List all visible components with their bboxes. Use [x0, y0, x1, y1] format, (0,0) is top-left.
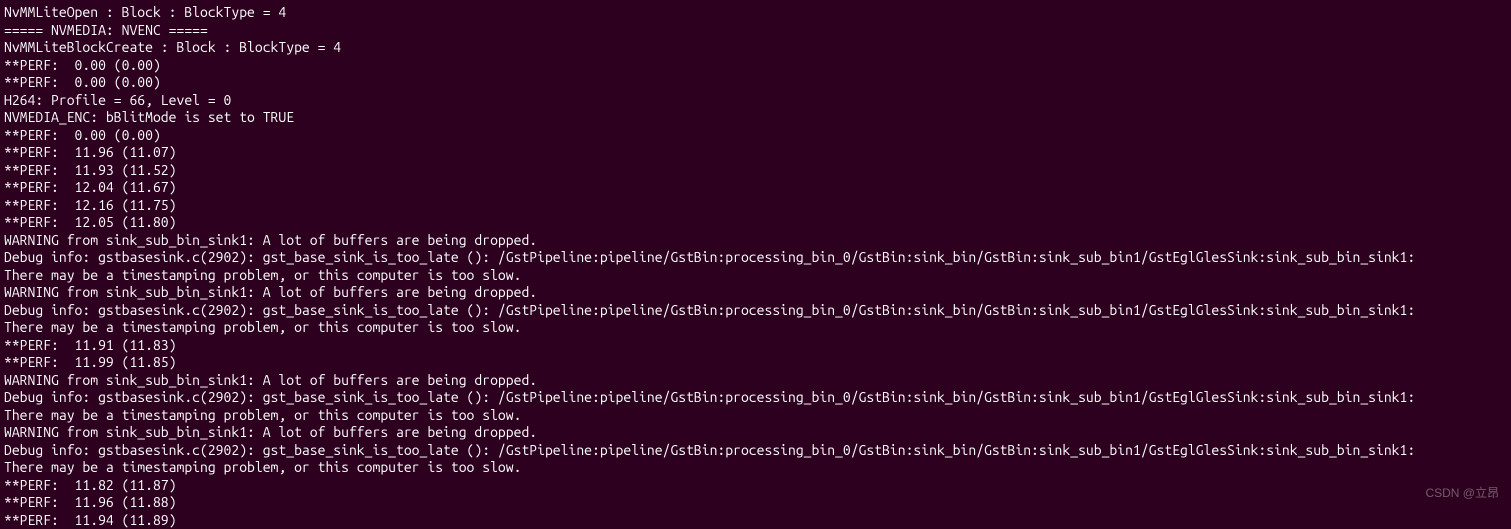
terminal-line: Debug info: gstbasesink.c(2902): gst_bas… [4, 442, 1507, 460]
terminal-line: NvMMLiteOpen : Block : BlockType = 4 [4, 4, 1507, 22]
terminal-line: ===== NVMEDIA: NVENC ===== [4, 22, 1507, 40]
terminal-line: **PERF: 0.00 (0.00) [4, 57, 1507, 75]
terminal-line: **PERF: 11.91 (11.83) [4, 337, 1507, 355]
terminal-line: WARNING from sink_sub_bin_sink1: A lot o… [4, 284, 1507, 302]
terminal-line: There may be a timestamping problem, or … [4, 267, 1507, 285]
terminal-line: Debug info: gstbasesink.c(2902): gst_bas… [4, 389, 1507, 407]
terminal-line: **PERF: 0.00 (0.00) [4, 74, 1507, 92]
terminal-line: **PERF: 12.16 (11.75) [4, 197, 1507, 215]
terminal-line: NvMMLiteBlockCreate : Block : BlockType … [4, 39, 1507, 57]
terminal-line: H264: Profile = 66, Level = 0 [4, 92, 1507, 110]
terminal-line: There may be a timestamping problem, or … [4, 407, 1507, 425]
terminal-line: **PERF: 11.82 (11.87) [4, 477, 1507, 495]
terminal-line: **PERF: 12.04 (11.67) [4, 179, 1507, 197]
terminal-line: WARNING from sink_sub_bin_sink1: A lot o… [4, 232, 1507, 250]
terminal-line: **PERF: 11.93 (11.52) [4, 162, 1507, 180]
watermark-text: CSDN @立昂 [1425, 486, 1499, 501]
terminal-output[interactable]: NvMMLiteOpen : Block : BlockType = 4 ===… [4, 4, 1507, 529]
terminal-line: WARNING from sink_sub_bin_sink1: A lot o… [4, 424, 1507, 442]
terminal-line: There may be a timestamping problem, or … [4, 459, 1507, 477]
terminal-line: **PERF: 11.96 (11.07) [4, 144, 1507, 162]
terminal-line: **PERF: 12.05 (11.80) [4, 214, 1507, 232]
terminal-line: WARNING from sink_sub_bin_sink1: A lot o… [4, 372, 1507, 390]
terminal-line: **PERF: 0.00 (0.00) [4, 127, 1507, 145]
terminal-line: There may be a timestamping problem, or … [4, 319, 1507, 337]
terminal-line: **PERF: 11.99 (11.85) [4, 354, 1507, 372]
terminal-line: NVMEDIA_ENC: bBlitMode is set to TRUE [4, 109, 1507, 127]
terminal-line: Debug info: gstbasesink.c(2902): gst_bas… [4, 302, 1507, 320]
terminal-line: Debug info: gstbasesink.c(2902): gst_bas… [4, 249, 1507, 267]
terminal-line: **PERF: 11.94 (11.89) [4, 512, 1507, 529]
